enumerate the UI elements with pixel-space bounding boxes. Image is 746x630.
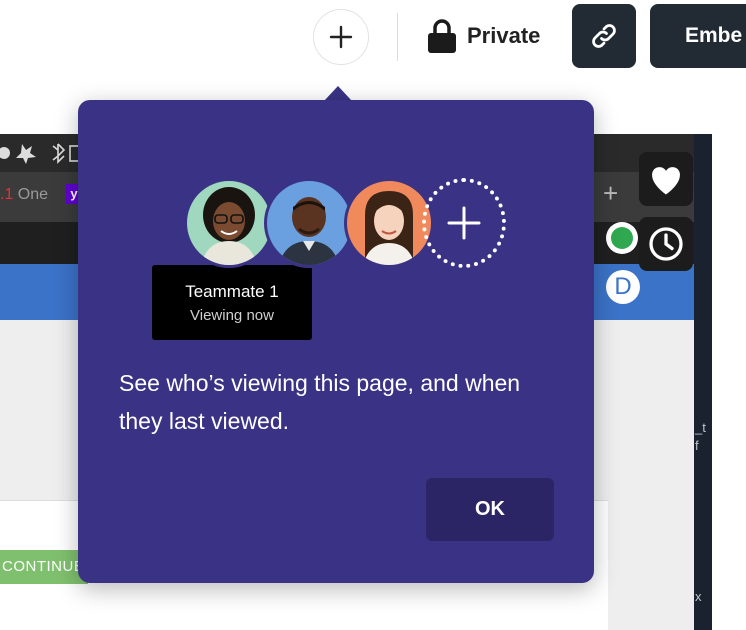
- toolbar-divider: [397, 13, 398, 61]
- popover-message: See who’s viewing this page, and when th…: [119, 370, 521, 434]
- favorite-button[interactable]: [639, 152, 693, 206]
- embedded-side-text: _t f: [695, 420, 706, 453]
- embedded-tab: .1 One: [0, 186, 48, 204]
- avatar: [344, 178, 434, 268]
- clock-icon: [649, 227, 683, 261]
- privacy-label: Private: [467, 23, 541, 48]
- avatar: [264, 178, 354, 268]
- embedded-profile-avatar: D: [606, 270, 640, 304]
- viewer-tooltip: Teammate 1 Viewing now: [152, 265, 312, 340]
- lock-icon: [428, 19, 456, 53]
- ok-button[interactable]: OK: [426, 478, 554, 541]
- history-button[interactable]: [639, 217, 693, 271]
- embed-button[interactable]: Embe: [650, 4, 746, 68]
- embedded-tab-title: One: [17, 186, 49, 203]
- embedded-continue-button: CONTINUE: [0, 550, 88, 584]
- heart-icon: [652, 167, 680, 195]
- avatar: [184, 178, 274, 268]
- plus-icon: [329, 25, 353, 49]
- tooltip-status: Viewing now: [190, 307, 274, 324]
- popover-arrow: [324, 86, 352, 101]
- link-icon: [592, 24, 616, 48]
- embedded-tab-number: .1: [0, 186, 14, 203]
- viewers-popover: Teammate 1 Viewing now See who’s viewing…: [78, 100, 594, 583]
- viewer-avatars: [184, 176, 506, 272]
- embedded-extension-icon: [606, 222, 638, 254]
- embedded-new-tab-icon: +: [603, 178, 619, 208]
- embedded-side-window: [694, 134, 712, 630]
- privacy-toggle[interactable]: Private: [427, 18, 540, 54]
- embedded-side-text: x: [695, 589, 702, 604]
- copy-link-button[interactable]: [572, 4, 636, 68]
- add-viewer-button[interactable]: [313, 9, 369, 65]
- tooltip-name: Teammate 1: [185, 282, 279, 301]
- plus-icon: [447, 206, 481, 240]
- invite-viewer-button[interactable]: [422, 178, 506, 268]
